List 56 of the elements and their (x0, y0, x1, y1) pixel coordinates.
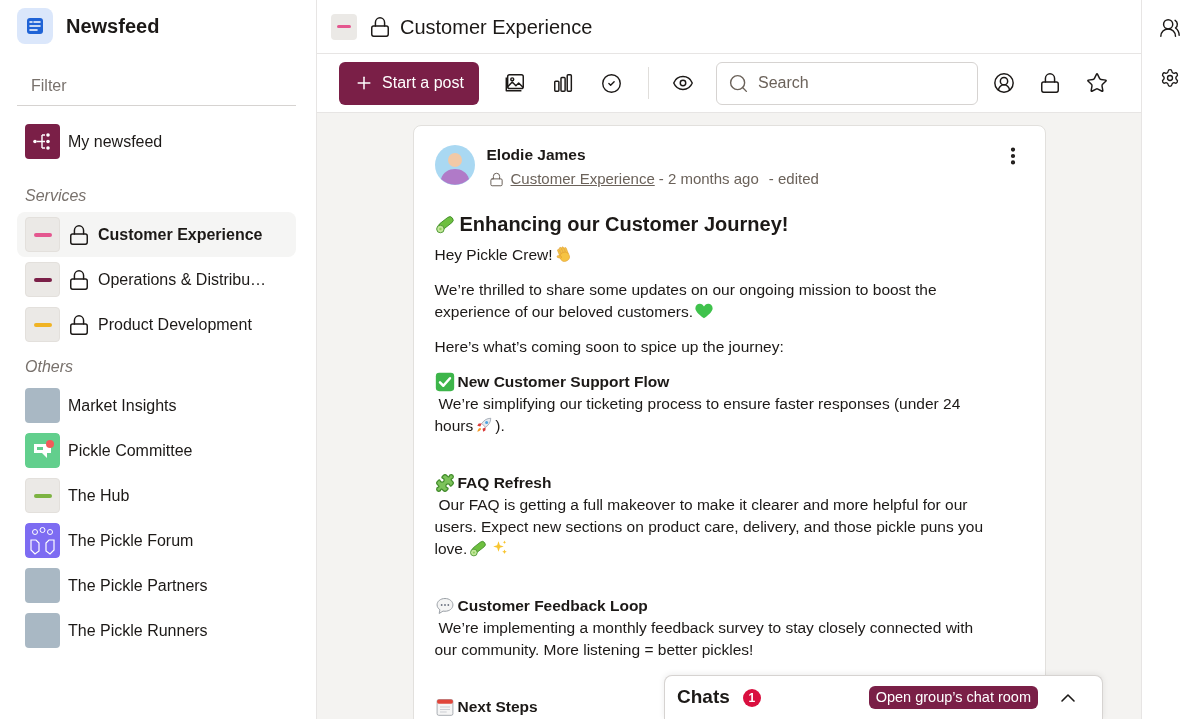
sidebar-item[interactable]: Pickle Committee (17, 428, 296, 473)
intro-text: experience of our beloved customers. (434, 303, 693, 320)
tree-icon (25, 124, 60, 159)
photo-placeholder (25, 568, 60, 603)
sidebar-item[interactable]: My newsfeed (17, 119, 296, 164)
author-name: Elodie James (486, 145, 586, 165)
logo-thumbnail (331, 13, 357, 40)
body-text: We’re simplifying our ticketing process to ensure faster responses (under 24 (438, 395, 961, 412)
sidebar-item[interactable]: The Pickle Runners (17, 608, 296, 653)
speech-bubble-icon (434, 596, 455, 616)
rocket-icon (475, 416, 494, 434)
body-text: We’re implementing a monthly feedback survey to stay closely connected with our community. More listening = better pickles! (434, 619, 974, 658)
filter-field[interactable]: Filter (17, 66, 296, 106)
hands-app-icon (25, 523, 60, 558)
settings-icon[interactable] (1160, 68, 1180, 88)
start-post-button[interactable]: Start a post (339, 61, 479, 105)
puzzle-piece-icon (434, 473, 455, 493)
sidebar-title: Newsfeed (66, 14, 160, 39)
section-heading: Others (24, 357, 73, 377)
sidebar-item[interactable]: Operations & Distribu… (17, 257, 296, 302)
chats-title: Chats (677, 685, 730, 710)
body-text: ). (495, 417, 505, 434)
section-heading: Next Steps (457, 697, 538, 717)
chat-app-icon (25, 433, 60, 468)
intro-text: We’re thrilled to share some updates on our ongoing mission to boost the (434, 281, 937, 298)
sidebar-item[interactable]: Customer Experience (17, 212, 296, 257)
open-chat-room-button[interactable]: Open group’s chat room (868, 686, 1038, 709)
newsfeed-logo-icon (17, 8, 53, 44)
unread-count-badge: 1 (742, 688, 761, 707)
post-title: Enhancing our Customer Journey! (459, 212, 789, 237)
check-box-icon (434, 372, 455, 392)
search-icon (728, 72, 749, 94)
photo-placeholder (25, 613, 60, 648)
body-text: love. (434, 540, 468, 557)
group-link[interactable]: Customer Experience (510, 169, 655, 189)
heart-icon (695, 302, 713, 320)
sidebar-item[interactable]: Product Development (17, 302, 296, 347)
members-icon[interactable] (1159, 17, 1181, 39)
sidebar-item[interactable]: The Pickle Partners (17, 563, 296, 608)
header-title: Customer Experience (400, 14, 593, 40)
section-heading: Customer Feedback Loop (457, 596, 648, 616)
edited-label: - edited (768, 169, 819, 189)
sidebar-item[interactable]: The Pickle Forum (17, 518, 296, 563)
avatar-icon (434, 145, 475, 185)
waving-hand-icon (554, 245, 573, 263)
sidebar-item[interactable]: The Hub (17, 473, 296, 518)
post-time: - 2 months ago (658, 169, 759, 189)
section-heading: Services (24, 186, 87, 206)
sidebar-item[interactable]: Market Insights (17, 383, 296, 428)
greeting-text: Hey Pickle Crew! (434, 246, 553, 263)
section-heading: FAQ Refresh (457, 473, 552, 493)
body-text: hours (434, 417, 474, 434)
section-heading: New Customer Support Flow (457, 372, 670, 392)
search-field[interactable]: Search (716, 61, 978, 105)
lead-in-text: Here’s what’s coming soon to spice up the journey: (434, 337, 785, 357)
photo-placeholder (25, 388, 60, 423)
